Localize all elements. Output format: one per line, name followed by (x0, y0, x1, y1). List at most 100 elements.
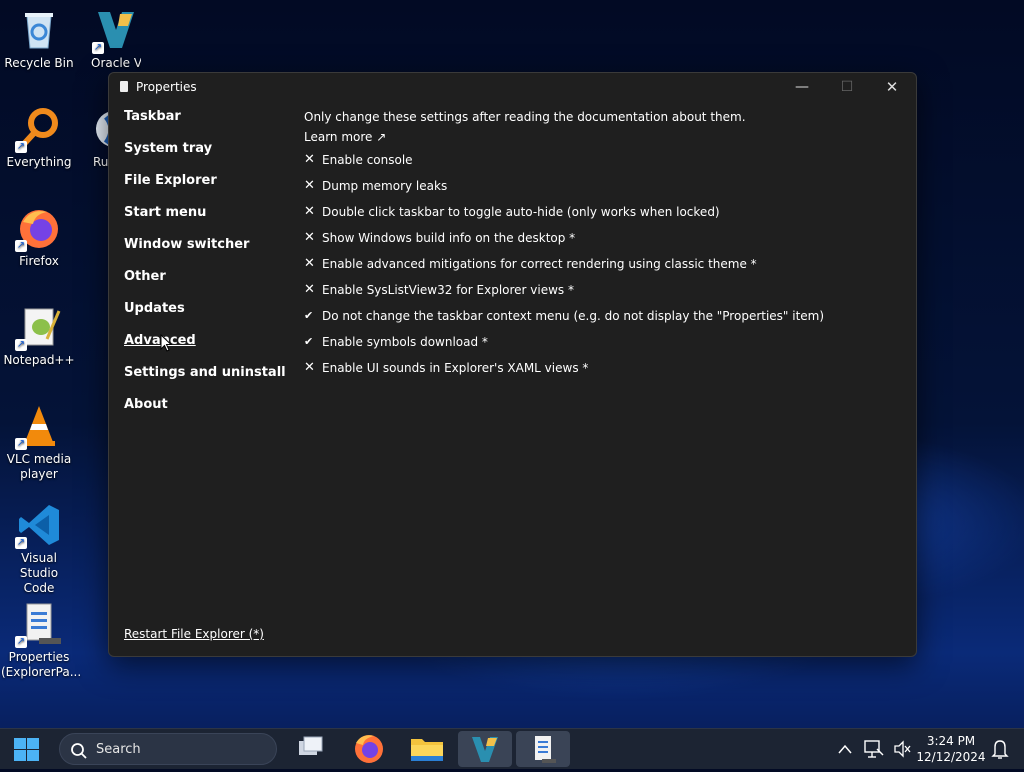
desktop-icon-label: Recycle Bin (4, 56, 74, 70)
desktop-icon-notepadpp[interactable]: ↗ Notepad++ (0, 305, 78, 368)
firefox-icon: ↗ (15, 206, 61, 252)
option-label: Do not change the taskbar context menu (… (322, 309, 825, 323)
minimize-button[interactable]: — (779, 73, 825, 101)
properties-icon (535, 736, 556, 763)
properties-app-icon (120, 81, 128, 92)
cross-icon[interactable]: ✕ (304, 147, 322, 173)
option-row[interactable]: ✕ Enable SysListView32 for Explorer views… (304, 277, 896, 303)
start-button[interactable] (14, 738, 39, 761)
taskbar-task-view-button[interactable] (284, 731, 338, 767)
virtualbox-icon: ↗ (92, 8, 138, 54)
search-icon (70, 742, 88, 764)
checkmark-icon[interactable]: ✔ (304, 303, 322, 329)
clock-date: 12/12/2024 (916, 750, 986, 764)
windows-logo-icon (14, 738, 39, 761)
nav-item-window-switcher[interactable]: Window switcher (124, 237, 294, 269)
desktop-icon-everything[interactable]: ↗ Everything (0, 107, 78, 170)
settings-nav: Taskbar System tray File Explorer Start … (124, 109, 294, 429)
option-row[interactable]: ✕ Enable UI sounds in Explorer's XAML vie… (304, 355, 896, 381)
desktop-icon-vscode[interactable]: ↗ Visual Studio Code (0, 503, 78, 596)
taskbar-virtualbox-button[interactable] (458, 731, 512, 767)
cross-icon[interactable]: ✕ (304, 173, 322, 199)
speaker-muted-icon (894, 740, 911, 758)
taskbar: Search 3:24 PM 12/12/2024 (0, 728, 1024, 769)
network-icon (864, 740, 884, 758)
desktop-icon-label: Everything (6, 155, 72, 169)
cross-icon[interactable]: ✕ (304, 355, 322, 381)
file-explorer-icon (411, 739, 443, 761)
show-hidden-icons-button[interactable] (836, 729, 854, 769)
desktop-icon-rufus[interactable]: Rus (80, 107, 110, 170)
option-row[interactable]: ✕ Dump memory leaks (304, 173, 896, 199)
close-button[interactable]: ✕ (869, 73, 915, 101)
option-label: Enable UI sounds in Explorer's XAML view… (322, 361, 589, 375)
option-label: Enable console (322, 153, 413, 167)
nav-item-system-tray[interactable]: System tray (124, 141, 294, 173)
notepadpp-icon: ↗ (15, 305, 61, 351)
recycle-bin-icon (17, 8, 61, 52)
virtualbox-icon (472, 737, 498, 762)
taskbar-firefox-button[interactable] (342, 731, 396, 767)
nav-item-file-explorer[interactable]: File Explorer (124, 173, 294, 205)
option-row[interactable]: ✕ Show Windows build info on the desktop … (304, 225, 896, 251)
bell-icon (991, 740, 1009, 759)
maximize-button[interactable]: ☐ (824, 73, 870, 101)
network-status-button[interactable] (862, 729, 884, 769)
option-label: Double click taskbar to toggle auto-hide… (322, 205, 720, 219)
info-text: Only change these settings after reading… (304, 110, 746, 124)
notifications-button[interactable] (990, 729, 1010, 769)
option-row[interactable]: ✕ Enable advanced mitigations for correct… (304, 251, 896, 277)
cross-icon[interactable]: ✕ (304, 251, 322, 277)
everything-search-icon: ↗ (15, 107, 61, 153)
desktop-icon-label: Firefox (19, 254, 59, 268)
properties-window: Properties — ☐ ✕ Taskbar System tray Fil… (108, 72, 917, 657)
nav-item-settings-and-uninstall[interactable]: Settings and uninstall (124, 365, 294, 397)
option-label: Dump memory leaks (322, 179, 448, 193)
window-title: Properties (136, 80, 197, 94)
cross-icon[interactable]: ✕ (304, 225, 322, 251)
cross-icon[interactable]: ✕ (304, 277, 322, 303)
option-label: Enable symbols download * (322, 335, 488, 349)
option-row[interactable]: ✔ Do not change the taskbar context menu … (304, 303, 896, 329)
nav-item-about[interactable]: About (124, 397, 294, 429)
taskbar-properties-button[interactable] (516, 731, 570, 767)
desktop-icon-recycle-bin[interactable]: Recycle Bin (0, 8, 78, 71)
desktop-icon-virtualbox[interactable]: ↗ Oracle Virt (78, 8, 154, 71)
vlc-icon: ↗ (15, 404, 61, 450)
desktop-icon-vlc[interactable]: ↗ VLC media player (0, 404, 78, 482)
mouse-cursor-icon (160, 333, 173, 356)
restart-file-explorer-link[interactable]: Restart File Explorer (*) (124, 627, 264, 641)
nav-item-taskbar[interactable]: Taskbar (124, 109, 294, 141)
taskbar-file-explorer-button[interactable] (400, 731, 454, 767)
nav-item-advanced[interactable]: Advanced (124, 333, 294, 365)
cross-icon[interactable]: ✕ (304, 199, 322, 225)
clock-time: 3:24 PM (926, 734, 976, 748)
option-label: Enable advanced mitigations for correct … (322, 257, 757, 271)
desktop-icon-firefox[interactable]: ↗ Firefox (0, 206, 78, 269)
desktop-icon-label: Properties (ExplorerPa... (1, 650, 82, 679)
advanced-settings-panel: Only change these settings after reading… (304, 107, 896, 381)
title-bar[interactable]: Properties — ☐ ✕ (109, 73, 916, 101)
options-list: ✕ Enable console ✕ Dump memory leaks ✕ Double… (304, 147, 896, 381)
vscode-icon: ↗ (15, 503, 61, 549)
desktop-icon-label: VLC media player (6, 452, 72, 481)
option-row[interactable]: ✔ Enable symbols download * (304, 329, 896, 355)
firefox-icon (355, 735, 383, 763)
taskbar-clock[interactable]: 3:24 PM 12/12/2024 (916, 733, 986, 765)
chevron-up-icon (838, 744, 852, 754)
option-row[interactable]: ✕ Double click taskbar to toggle auto-hid… (304, 199, 896, 225)
checkmark-icon[interactable]: ✔ (304, 329, 322, 355)
option-label: Enable SysListView32 for Explorer views … (322, 283, 574, 297)
option-row[interactable]: ✕ Enable console (304, 147, 896, 173)
taskbar-search-box[interactable]: Search (59, 733, 277, 765)
desktop-icon-properties[interactable]: ↗ Properties (ExplorerPa... (0, 602, 82, 680)
nav-item-other[interactable]: Other (124, 269, 294, 301)
nav-item-updates[interactable]: Updates (124, 301, 294, 333)
properties-icon: ↗ (15, 602, 61, 648)
desktop-icon-label: Oracle Virt (91, 56, 141, 70)
volume-button[interactable] (892, 729, 912, 769)
desktop-icon-label: Visual Studio Code (19, 551, 59, 595)
learn-more-link[interactable]: Learn more ↗ (304, 127, 896, 147)
nav-item-start-menu[interactable]: Start menu (124, 205, 294, 237)
desktop-icon-label: Notepad++ (3, 353, 75, 367)
